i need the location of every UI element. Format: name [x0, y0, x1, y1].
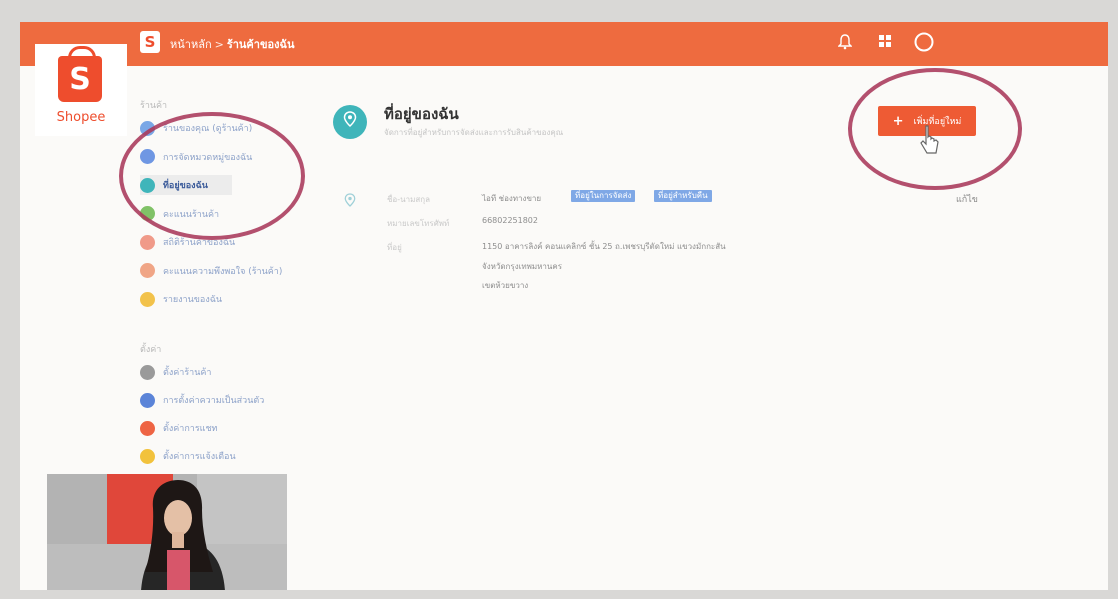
- address-line-2: จังหวัดกรุงเทพมหานคร: [482, 262, 563, 271]
- sidebar-item[interactable]: ตั้งค่าการแจ้งเตือน: [140, 446, 236, 466]
- breadcrumb-separator: >: [214, 38, 224, 51]
- sidebar-item-icon: [140, 364, 155, 380]
- breadcrumb-current: ร้านค้าของฉัน: [226, 38, 295, 51]
- sidebar-item[interactable]: ตั้งค่าร้านค้า: [140, 362, 211, 382]
- sidebar-item-icon: [140, 234, 155, 250]
- breadcrumb: หน้าหลัก > ร้านค้าของฉัน: [170, 35, 294, 53]
- address-pin-icon: [344, 192, 356, 212]
- badge-shipping-address: ที่อยู่ในการจัดส่ง: [571, 190, 636, 202]
- sidebar-item-icon: [140, 392, 155, 408]
- name-label: ชื่อ-นามสกุล: [387, 195, 430, 204]
- presenter-video: [47, 474, 287, 590]
- sidebar-item[interactable]: ตั้งค่าการแชท: [140, 418, 218, 438]
- bell-icon[interactable]: [837, 34, 853, 54]
- shopee-logo[interactable]: S Shopee: [35, 44, 127, 136]
- sidebar-section-shop: ร้านค้า: [140, 101, 168, 111]
- sidebar-item-icon: [140, 263, 155, 278]
- annotation-circle-button: [848, 68, 1022, 190]
- sidebar-item-label: ตั้งค่าการแชท: [163, 424, 218, 434]
- webcam-overlay: [47, 474, 287, 590]
- edit-address-link[interactable]: แก้ไข: [956, 192, 978, 206]
- sidebar-item[interactable]: คะแนนความพึงพอใจ (ร้านค้า): [140, 261, 282, 281]
- sidebar-item-label: คะแนนความพึงพอใจ (ร้านค้า): [163, 266, 283, 277]
- phone-value: 66802251802: [482, 216, 538, 225]
- top-bar: S หน้าหลัก > ร้านค้าของฉัน: [20, 22, 1108, 66]
- sidebar-item-label: ตั้งค่าการแจ้งเตือน: [163, 452, 236, 462]
- grid-icon[interactable]: [878, 34, 892, 52]
- sidebar-section-settings: ตั้งค่า: [140, 345, 162, 355]
- breadcrumb-home[interactable]: หน้าหลัก: [170, 38, 212, 51]
- page-title: ที่อยู่ของฉัน: [384, 105, 459, 123]
- address-label: ที่อยู่: [387, 243, 402, 252]
- sidebar-item-label: การตั้งค่าความเป็นส่วนตัว: [163, 396, 265, 406]
- name-value: ไอที ช่องทางขาย: [482, 194, 542, 203]
- sidebar-item-icon: [140, 448, 155, 464]
- badge-return-address: ที่อยู่สำหรับคืน: [654, 190, 712, 202]
- screen-frame: S หน้าหลัก > ร้านค้าของฉัน S Shopee ร้านค้…: [20, 22, 1108, 590]
- page-subtitle: จัดการที่อยู่สำหรับการจัดส่งและการรับสิน…: [384, 128, 564, 137]
- annotation-circle-sidebar: [119, 112, 305, 240]
- location-pin-icon: [333, 105, 367, 139]
- address-line-3: เขตห้วยขวาง: [482, 281, 529, 290]
- shopee-bag-icon: S: [58, 56, 102, 102]
- sidebar-item-label: รายงานของฉัน: [163, 295, 222, 305]
- address-line-1: 1150 อาคารลิงค์ คอนแคลิกซ์ ชั้น 25 ถ.เพช…: [482, 242, 726, 251]
- logo-text: Shopee: [56, 110, 106, 125]
- sidebar-item-icon: [140, 420, 155, 436]
- sidebar-item[interactable]: การตั้งค่าความเป็นส่วนตัว: [140, 390, 264, 410]
- sidebar-item-icon: [140, 291, 155, 307]
- sidebar-item-label: ตั้งค่าร้านค้า: [163, 368, 212, 378]
- avatar[interactable]: [914, 32, 934, 56]
- shopee-bag-mini-icon[interactable]: S: [140, 31, 160, 53]
- phone-label: หมายเลขโทรศัพท์: [387, 219, 450, 228]
- sidebar-item[interactable]: รายงานของฉัน: [140, 289, 222, 309]
